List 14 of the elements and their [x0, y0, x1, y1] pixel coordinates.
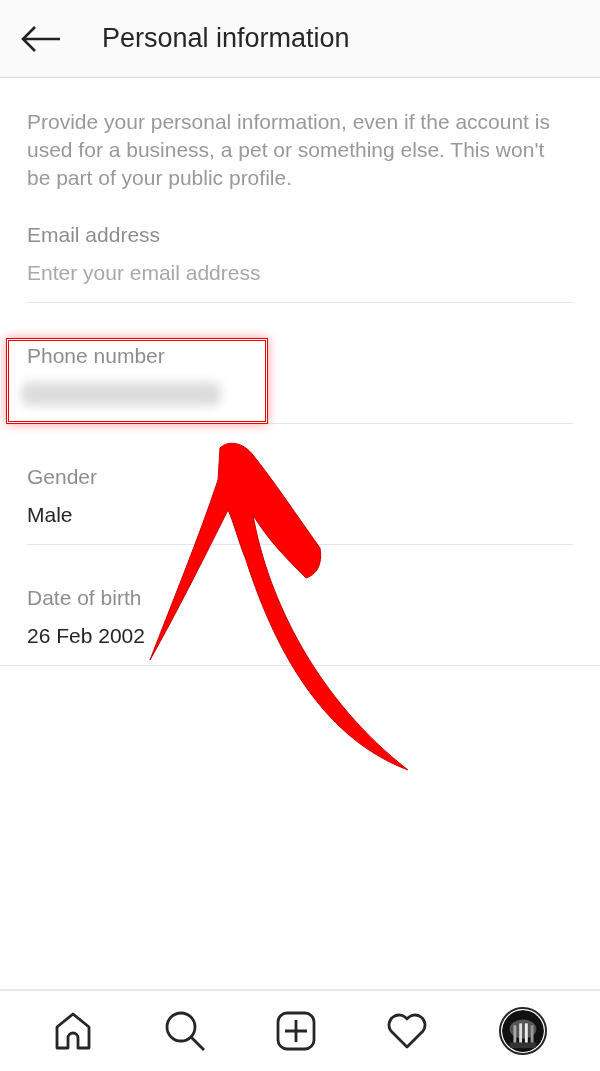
page-title: Personal information	[102, 23, 350, 54]
add-post-icon[interactable]	[275, 1011, 316, 1051]
back-arrow-icon[interactable]	[20, 24, 62, 53]
field-label: Gender	[27, 464, 98, 490]
description-text: Provide your personal information, even if the account is used for a business, a pet or something else. This won't be part of your public profile.	[27, 109, 551, 191]
heart-icon[interactable]	[386, 1013, 429, 1049]
field-label: Phone number	[27, 343, 165, 369]
email-field[interactable]: Enter your email address	[27, 259, 573, 287]
profile-avatar[interactable]	[498, 1007, 547, 1055]
search-icon[interactable]	[163, 1010, 206, 1052]
field-value[interactable]: 26 Feb 2002	[27, 622, 145, 650]
field-value[interactable]: Male	[27, 501, 73, 529]
field-label: Email address	[27, 222, 161, 248]
field-label: Date of birth	[27, 585, 142, 611]
